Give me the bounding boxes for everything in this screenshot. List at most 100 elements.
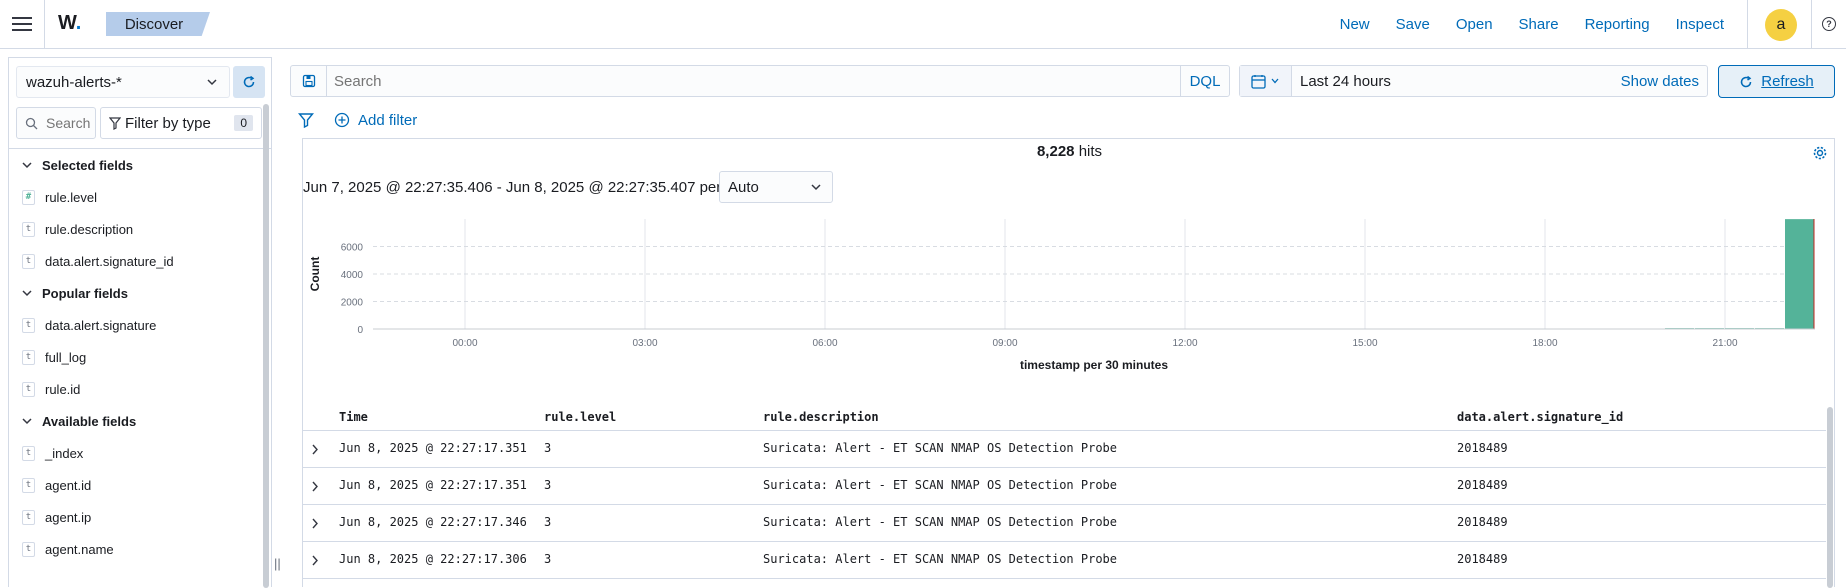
field-search-input[interactable] — [46, 115, 92, 131]
table-row[interactable]: Jun 8, 2025 @ 22:27:17.346 3 Suricata: A… — [303, 505, 1826, 542]
y-tick-label: 0 — [357, 325, 363, 336]
y-tick-label: 2000 — [341, 298, 364, 309]
number-type-icon: # — [22, 189, 35, 205]
column-header-time[interactable]: Time — [339, 410, 368, 424]
share-link[interactable]: Share — [1519, 16, 1559, 33]
field-item[interactable]: t _index — [9, 437, 255, 469]
string-type-icon: t — [22, 381, 35, 397]
filter-by-type-label: Filter by type — [125, 114, 211, 132]
chevron-right-icon[interactable] — [309, 552, 321, 568]
table-scrollbar[interactable] — [1827, 407, 1833, 588]
column-header-rule-description[interactable]: rule.description — [763, 410, 879, 424]
breadcrumb-discover[interactable]: Discover — [106, 12, 210, 36]
plus-circle-icon — [334, 112, 350, 128]
field-item[interactable]: t full_log — [9, 341, 255, 373]
new-link[interactable]: New — [1340, 16, 1370, 33]
calendar-icon — [1251, 74, 1266, 89]
field-item[interactable]: t agent.ip — [9, 501, 255, 533]
x-tick-label: 18:00 — [1532, 338, 1557, 349]
index-pattern-select[interactable]: wazuh-alerts-* — [16, 66, 230, 98]
table-header: Time rule.level rule.description data.al… — [303, 401, 1826, 431]
menu-icon[interactable] — [12, 14, 32, 34]
table-row[interactable]: Jun 8, 2025 @ 22:27:17.306 3 Suricata: A… — [303, 542, 1826, 579]
gear-icon[interactable] — [1812, 145, 1828, 161]
field-search-box[interactable] — [16, 107, 96, 139]
field-item[interactable]: t rule.id — [9, 373, 255, 405]
x-axis-label: timestamp per 30 minutes — [1020, 358, 1168, 372]
column-header-rule-level[interactable]: rule.level — [544, 410, 616, 424]
x-tick-label: 09:00 — [992, 338, 1017, 349]
time-range-value[interactable]: Last 24 hours — [1300, 73, 1391, 90]
field-sidebar: wazuh-alerts-* Filter by type 0 Selected… — [8, 57, 272, 588]
refresh-button[interactable]: Refresh — [1718, 65, 1835, 98]
fields-list: Selected fields # rule.level t rule.descri… — [9, 149, 255, 565]
interval-select[interactable]: Auto — [719, 171, 833, 203]
x-tick-label: 15:00 — [1352, 338, 1377, 349]
chevron-down-icon — [22, 290, 32, 297]
section-available-fields[interactable]: Available fields — [9, 405, 255, 437]
chevron-down-icon — [207, 79, 217, 86]
hits-count: 8,228 hits — [1036, 143, 1103, 160]
saved-query-button[interactable] — [291, 66, 327, 96]
header-divider — [44, 0, 45, 49]
query-search-input[interactable] — [334, 71, 1134, 91]
show-dates-link[interactable]: Show dates — [1621, 73, 1699, 90]
y-tick-label: 6000 — [341, 243, 364, 254]
filter-row: Add filter — [298, 110, 417, 130]
histogram-chart: 0 2000 4000 6000 00:00 03:00 06:00 09:00 12:00 15… — [303, 209, 1836, 399]
save-icon — [302, 74, 315, 88]
open-link[interactable]: Open — [1456, 16, 1493, 33]
chevron-right-icon[interactable] — [309, 478, 321, 494]
string-type-icon: t — [22, 221, 35, 237]
field-item[interactable]: t rule.description — [9, 213, 255, 245]
chevron-right-icon[interactable] — [309, 515, 321, 531]
resize-handle-icon[interactable]: || — [274, 556, 281, 571]
refresh-icon — [243, 75, 255, 88]
reporting-link[interactable]: Reporting — [1585, 16, 1650, 33]
string-type-icon: t — [22, 509, 35, 525]
quick-menu-button[interactable] — [1240, 66, 1292, 96]
chevron-right-icon[interactable] — [309, 441, 321, 457]
filter-count-badge: 0 — [234, 115, 253, 131]
field-item[interactable]: t agent.id — [9, 469, 255, 501]
top-nav: New Save Open Share Reporting Inspect — [1314, 0, 1724, 48]
column-header-signature-id[interactable]: data.alert.signature_id — [1457, 410, 1623, 424]
header-divider — [1747, 0, 1748, 49]
app-logo[interactable]: W. — [58, 12, 81, 35]
field-item[interactable]: t data.alert.signature — [9, 309, 255, 341]
index-refresh-button[interactable] — [233, 66, 265, 98]
query-bar: DQL — [290, 65, 1230, 97]
table-row[interactable]: Jun 8, 2025 @ 22:27:17.351 3 Suricata: A… — [303, 468, 1826, 505]
search-icon — [25, 117, 38, 129]
save-link[interactable]: Save — [1396, 16, 1430, 33]
section-popular-fields[interactable]: Popular fields — [9, 277, 255, 309]
inspect-link[interactable]: Inspect — [1676, 16, 1724, 33]
x-tick-label: 00:00 — [452, 338, 477, 349]
chevron-down-icon — [22, 418, 32, 425]
string-type-icon: t — [22, 349, 35, 365]
help-icon[interactable]: ? — [1822, 17, 1836, 31]
header-divider — [1811, 0, 1812, 49]
add-filter-button[interactable]: Add filter — [334, 112, 417, 129]
page-scrollbar[interactable] — [263, 104, 269, 587]
date-picker: Last 24 hours Show dates — [1239, 65, 1708, 97]
field-item[interactable]: t agent.name — [9, 533, 255, 565]
section-selected-fields[interactable]: Selected fields — [9, 149, 255, 181]
query-language-button[interactable]: DQL — [1180, 66, 1229, 96]
filter-icon — [109, 116, 121, 130]
histogram-svg: 0 2000 4000 6000 00:00 03:00 06:00 09:00 12:00 15… — [308, 219, 1815, 372]
time-range-text: Jun 7, 2025 @ 22:27:35.406 - Jun 8, 2025… — [303, 179, 722, 196]
filter-by-type-button[interactable]: Filter by type 0 — [100, 107, 262, 139]
field-item[interactable]: t data.alert.signature_id — [9, 245, 255, 277]
string-type-icon: t — [22, 253, 35, 269]
filter-icon[interactable] — [298, 112, 314, 128]
field-item[interactable]: # rule.level — [9, 181, 255, 213]
string-type-icon: t — [22, 477, 35, 493]
user-avatar[interactable]: a — [1765, 9, 1797, 41]
string-type-icon: t — [22, 317, 35, 333]
documents-table: Time rule.level rule.description data.al… — [303, 401, 1826, 579]
string-type-icon: t — [22, 445, 35, 461]
x-tick-label: 21:00 — [1712, 338, 1737, 349]
table-row[interactable]: Jun 8, 2025 @ 22:27:17.351 3 Suricata: A… — [303, 431, 1826, 468]
results-panel: 8,228 hits Jun 7, 2025 @ 22:27:35.406 - … — [302, 138, 1836, 588]
